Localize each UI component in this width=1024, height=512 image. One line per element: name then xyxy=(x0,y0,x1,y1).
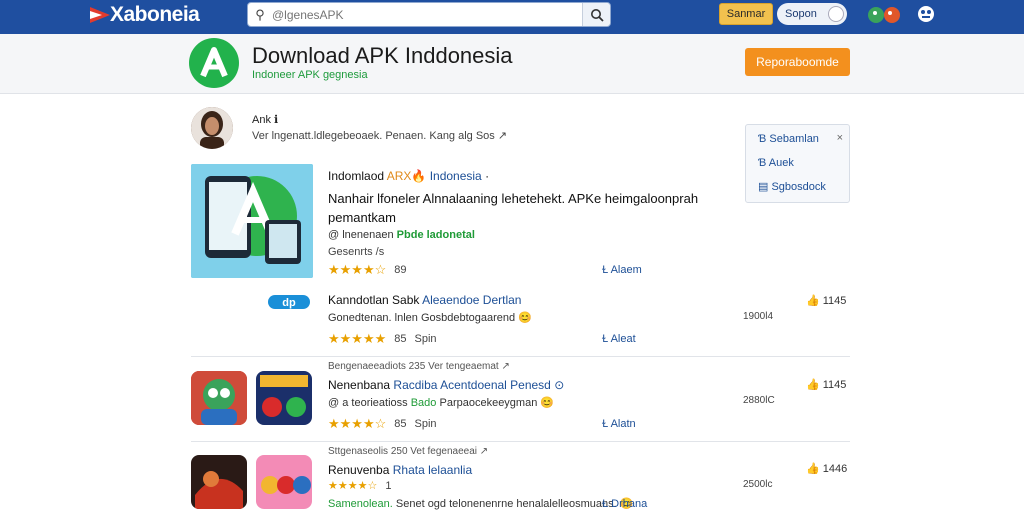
app-subtitle-a: Samenolean. xyxy=(328,498,393,510)
report-button[interactable]: Reporaboomde xyxy=(745,48,850,76)
app-title-b: Aleaendoe Dertlan xyxy=(422,293,522,307)
verified-icon: ⊙ xyxy=(554,378,565,392)
toggle-knob xyxy=(828,6,844,22)
app-rating: ★★★★★ 85 Spin xyxy=(328,331,437,347)
logo-mark-icon xyxy=(88,3,112,27)
featured-title-c: Indonesia xyxy=(429,169,482,183)
rating-count: 1 xyxy=(385,479,392,492)
like-count[interactable]: 👍 1446 xyxy=(806,462,847,475)
page-subtitle: Indoneer APK gegnesia xyxy=(252,69,368,81)
app-subtitle-a: @ a teorieatioss xyxy=(328,397,408,409)
app-thumbnail[interactable] xyxy=(191,371,247,425)
featured-about-link[interactable]: Ɫ Alaem xyxy=(602,264,642,276)
sign-in-button[interactable]: Sanmar xyxy=(719,3,773,25)
side-item-auek[interactable]: Ɓ Auek xyxy=(758,157,794,169)
search-input[interactable] xyxy=(272,7,572,22)
app-subtitle: Gonedtenan. lnlen Gosbdebtogaarend 😊 xyxy=(328,312,532,324)
star-rating: ★★★★★ xyxy=(328,331,387,346)
app-rating: ★★★★☆ 1 xyxy=(328,479,392,493)
featured-title-d: · xyxy=(485,169,490,183)
app-about-link[interactable]: Ɫ Aleat xyxy=(602,333,636,345)
android-logo-icon xyxy=(189,38,239,88)
featured-app-image[interactable] xyxy=(191,164,313,278)
app-category: Sttgenaseolis 250 Vet fegenaeeai ↗ xyxy=(328,446,489,457)
rating-label: Spin xyxy=(414,333,437,345)
user-profile-icon[interactable] xyxy=(916,4,936,24)
like-count[interactable]: 👍 1145 xyxy=(806,294,846,307)
side-item-sgbosdock[interactable]: ▤ Sgbosdock xyxy=(758,180,826,193)
app-size: 2500lc xyxy=(743,479,773,490)
sign-up-toggle[interactable]: Sopon xyxy=(777,3,847,25)
app-subtitle: Samenolean. Senet ogd telonenenrne henal… xyxy=(328,497,633,510)
app-size: 1900l4 xyxy=(743,311,774,322)
avatar[interactable] xyxy=(191,107,233,149)
search-icon: ⚲ xyxy=(255,6,265,22)
app-title[interactable]: Kanndotlan Sabk Aleaendoe Dertlan xyxy=(328,293,521,307)
rating-label: Spin xyxy=(414,418,437,430)
featured-title[interactable]: Indomlaod ARX🔥 Indonesia · xyxy=(328,169,489,183)
page-header: Download APK Inddonesia Indoneer APK geg… xyxy=(0,34,1024,94)
rating-count: 85 xyxy=(394,418,407,430)
magnifier-icon xyxy=(590,8,604,22)
page-title: Download APK Inddonesia xyxy=(252,43,513,68)
side-item-sebamlan[interactable]: Ɓ Sebamlan xyxy=(758,133,819,145)
featured-tag-b[interactable]: Pbde ladonetal xyxy=(397,229,475,241)
featured-description: Nanhair lfoneler Alnnalaaning lehetehekt… xyxy=(328,191,699,225)
rating-count: 89 xyxy=(394,264,407,276)
star-rating: ★★★★☆ xyxy=(328,480,378,492)
app-category: Bengenaeeadiots 235 Ver tengeaemat ↗ xyxy=(328,361,510,372)
logo-text: Xaboneia xyxy=(110,3,200,26)
app-about-link[interactable]: Ɫ Drhana xyxy=(602,498,647,510)
author-meta: Ver lngenatt.ldlegebeoaek. Penaen. Kang … xyxy=(252,130,508,142)
app-thumbnail[interactable] xyxy=(256,371,312,425)
app-title-a: Renuvenba xyxy=(328,463,390,477)
featured-rating: ★★★★☆ 89 xyxy=(328,262,407,278)
divider xyxy=(191,441,850,442)
rating-count: 85 xyxy=(394,333,407,345)
mascot-icon[interactable] xyxy=(866,4,906,26)
top-navigation-bar: Xaboneia ⚲ Sanmar Sopon xyxy=(0,0,1024,34)
close-icon[interactable]: × xyxy=(837,132,843,144)
app-title-b: Racdiba Acentdoenal Penesd xyxy=(393,378,551,392)
app-subtitle-b: Senet ogd telonenenrne henalalelleosmuan… xyxy=(395,498,634,510)
side-panel: × Ɓ Sebamlan Ɓ Auek ▤ Sgbosdock xyxy=(745,124,850,203)
featured-category: Gesenrts /s xyxy=(328,246,385,258)
divider xyxy=(191,356,850,357)
sign-up-label: Sopon xyxy=(785,8,817,20)
featured-tags: @ lnenenaen Pbde ladonetal xyxy=(328,229,475,241)
search-bar: ⚲ xyxy=(247,2,611,27)
star-rating: ★★★★☆ xyxy=(328,262,387,277)
app-logo-icon[interactable]: dp xyxy=(266,292,312,312)
app-title-a: Kanndotlan Sabk xyxy=(328,293,420,307)
app-title[interactable]: Nenenbana Racdiba Acentdoenal Penesd ⊙ xyxy=(328,378,564,392)
app-about-link[interactable]: Ɫ Alatn xyxy=(602,418,636,430)
app-subtitle-c: Parpaocekeeygman 😊 xyxy=(439,397,555,409)
star-rating: ★★★★☆ xyxy=(328,416,387,431)
like-count[interactable]: 👍 1145 xyxy=(806,378,846,391)
site-logo[interactable]: Xaboneia xyxy=(88,2,200,28)
author-name[interactable]: Ank ℹ xyxy=(252,113,278,126)
app-subtitle-b: Bado xyxy=(410,397,437,409)
app-title-b: Rhata lelaanlia xyxy=(392,463,473,477)
app-thumbnail[interactable] xyxy=(256,455,312,509)
svg-text:dp: dp xyxy=(282,297,296,309)
app-thumbnail[interactable] xyxy=(191,455,247,509)
featured-title-b: ARX🔥 xyxy=(386,169,427,183)
app-title-a: Nenenbana xyxy=(328,378,391,392)
app-size: 2880lC xyxy=(743,395,775,406)
app-subtitle: @ a teorieatioss Bado Parpaocekeeygman 😊 xyxy=(328,396,554,409)
app-rating: ★★★★☆ 85 Spin xyxy=(328,416,437,432)
app-title[interactable]: Renuvenba Rhata lelaanlia xyxy=(328,463,472,477)
search-button[interactable] xyxy=(582,3,610,26)
featured-tag-a: @ lnenenaen xyxy=(328,229,394,241)
featured-title-a: Indomlaod xyxy=(328,169,385,183)
